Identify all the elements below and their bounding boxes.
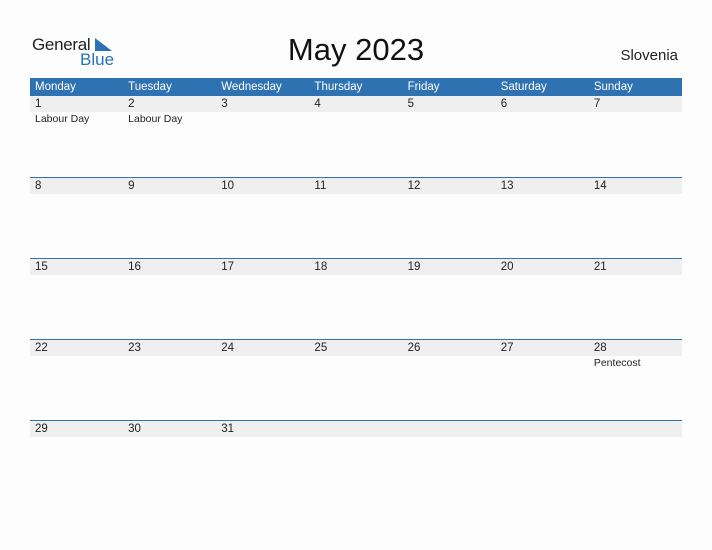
day-number: 7 — [593, 98, 601, 110]
date-strip: 8 9 10 11 12 13 14 — [30, 177, 682, 194]
day-number — [496, 421, 589, 437]
day-number: 19 — [407, 261, 421, 273]
holiday-label: Labour Day — [35, 113, 90, 125]
week-row: 29 30 31 — [30, 420, 682, 501]
holiday-label — [123, 356, 216, 370]
holiday-row: Pentecost — [30, 356, 682, 370]
week-row: 15 16 17 18 19 20 21 — [30, 258, 682, 339]
day-number: 12 — [407, 180, 421, 192]
holiday-label — [309, 356, 402, 370]
week-row: 8 9 10 11 12 13 14 — [30, 177, 682, 258]
holiday-label — [403, 112, 496, 126]
day-number: 1 — [35, 98, 42, 110]
day-number: 21 — [593, 261, 607, 273]
day-number: 24 — [221, 342, 235, 354]
holiday-label — [589, 112, 682, 126]
day-number: 5 — [407, 98, 414, 110]
day-number: 8 — [35, 180, 42, 192]
date-strip: 15 16 17 18 19 20 21 — [30, 258, 682, 275]
day-number: 14 — [593, 180, 607, 192]
day-number: 17 — [221, 261, 235, 273]
week-row: 1 2 3 4 5 6 7 Labour Day Labour Day — [30, 96, 682, 177]
day-number: 13 — [500, 180, 514, 192]
day-number: 3 — [221, 98, 228, 110]
day-number — [589, 421, 682, 437]
day-number — [309, 421, 402, 437]
day-number: 15 — [35, 261, 48, 273]
day-number: 26 — [407, 342, 421, 354]
day-number: 27 — [500, 342, 514, 354]
date-strip: 29 30 31 — [30, 420, 682, 437]
holiday-label — [403, 356, 496, 370]
day-number: 20 — [500, 261, 514, 273]
weekday-monday: Monday — [35, 81, 76, 93]
holiday-row: Labour Day Labour Day — [30, 112, 682, 126]
holiday-label — [309, 112, 402, 126]
date-strip: 1 2 3 4 5 6 7 — [30, 96, 682, 112]
weekday-saturday: Saturday — [500, 81, 547, 93]
holiday-label — [216, 112, 309, 126]
day-number: 9 — [128, 180, 135, 192]
day-number: 6 — [500, 98, 508, 110]
day-number: 29 — [35, 423, 48, 435]
holiday-label — [216, 356, 309, 370]
day-number: 4 — [314, 98, 321, 110]
weekday-friday: Friday — [407, 81, 440, 93]
day-number: 22 — [35, 342, 48, 354]
holiday-label: Pentecost — [593, 357, 641, 369]
weekday-wednesday: Wednesday — [221, 81, 282, 93]
day-number: 25 — [314, 342, 328, 354]
holiday-label: Labour Day — [128, 113, 183, 125]
day-number — [403, 421, 496, 437]
day-number: 18 — [314, 261, 328, 273]
day-number: 28 — [593, 342, 607, 354]
day-number: 23 — [128, 342, 141, 354]
calendar-grid: Monday Tuesday Wednesday Thursday Friday… — [30, 78, 682, 501]
weekday-thursday: Thursday — [314, 81, 363, 93]
date-strip: 22 23 24 25 26 27 28 — [30, 339, 682, 356]
calendar-title: May 2023 — [287, 32, 425, 67]
day-number: 11 — [314, 180, 327, 192]
weekday-header: Monday Tuesday Wednesday Thursday Friday… — [30, 78, 682, 96]
holiday-label — [30, 356, 123, 370]
holiday-label — [496, 112, 589, 126]
weekday-sunday: Sunday — [593, 81, 633, 93]
weekday-tuesday: Tuesday — [128, 81, 172, 93]
day-number: 31 — [221, 423, 235, 435]
day-number: 2 — [128, 98, 135, 110]
day-number: 10 — [221, 180, 235, 192]
day-number: 16 — [128, 261, 141, 273]
country-label: Slovenia — [620, 47, 678, 64]
holiday-label — [496, 356, 589, 370]
day-number: 30 — [128, 423, 141, 435]
week-row: 22 23 24 25 26 27 28 Pentecost — [30, 339, 682, 420]
